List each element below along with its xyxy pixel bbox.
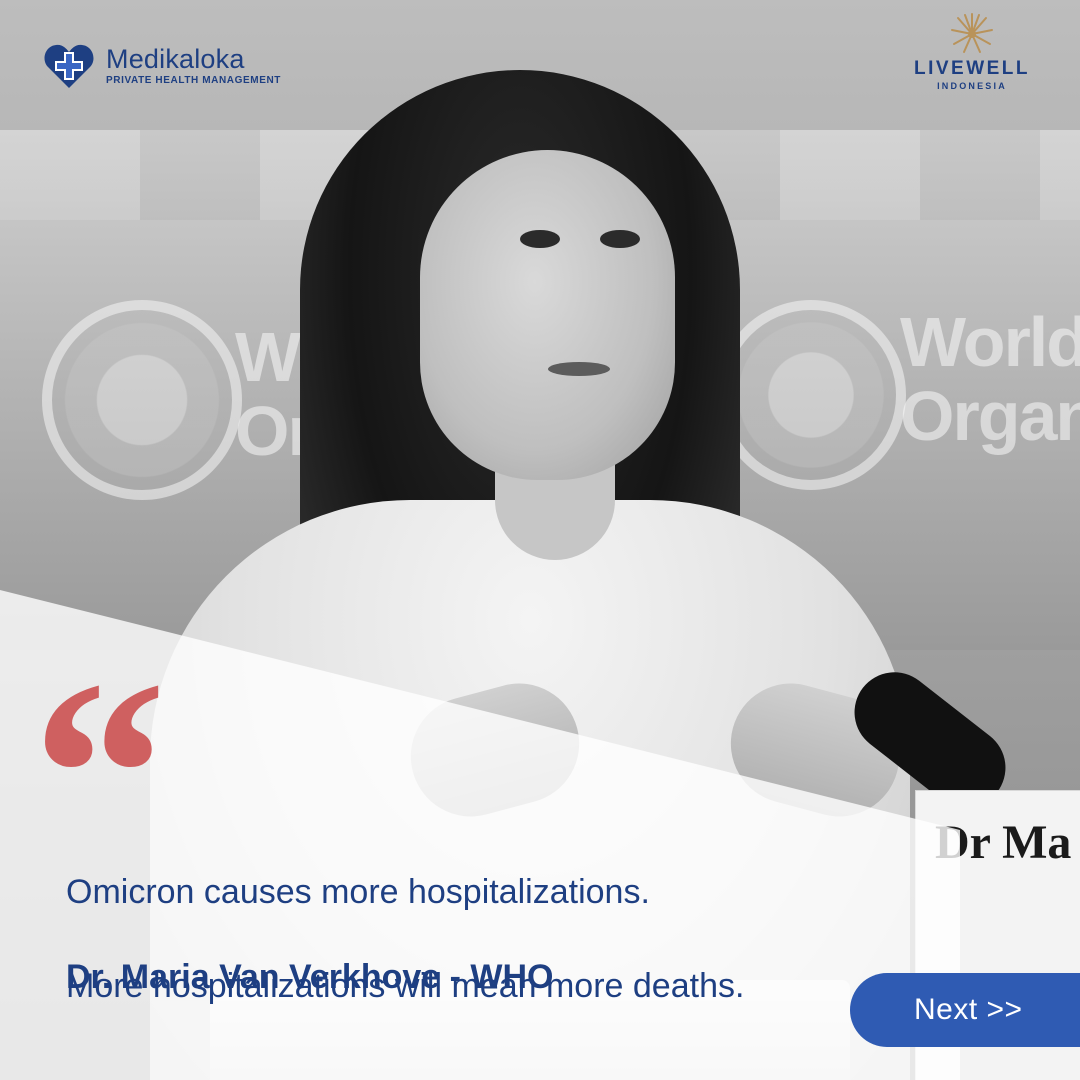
quote-text: Omicron causes more hospitalizations. Mo… [66, 822, 966, 1057]
next-button-label: Next >> [914, 993, 1023, 1026]
person-eye-right [600, 230, 640, 248]
heart-cross-icon [44, 44, 94, 88]
post-canvas: World Or World Organi Dr Ma Medikaloka P… [0, 0, 1080, 1080]
medikaloka-subtitle: PRIVATE HEALTH MANAGEMENT [106, 74, 281, 86]
un-emblem-right-icon [716, 300, 906, 490]
quote-attribution: Dr. Maria Van Verkhove - WHO [66, 958, 554, 996]
quote-line-1: Omicron causes more hospitalizations. [66, 873, 650, 911]
person-mouth [548, 362, 610, 376]
un-emblem-left-icon [42, 300, 242, 500]
livewell-logo: LIVEWELL INDONESIA [902, 12, 1042, 102]
background-org-text-right: World Organi [900, 303, 1080, 455]
livewell-subtitle: INDONESIA [937, 81, 1007, 91]
livewell-title: LIVEWELL [913, 58, 1031, 79]
medikaloka-logo: Medikaloka PRIVATE HEALTH MANAGEMENT [42, 38, 281, 92]
next-button[interactable]: Next >> [850, 973, 1080, 1047]
medikaloka-title: Medikaloka [106, 43, 245, 74]
person-eye-left [520, 230, 560, 248]
person-face [420, 150, 675, 480]
starburst-icon [951, 13, 993, 53]
